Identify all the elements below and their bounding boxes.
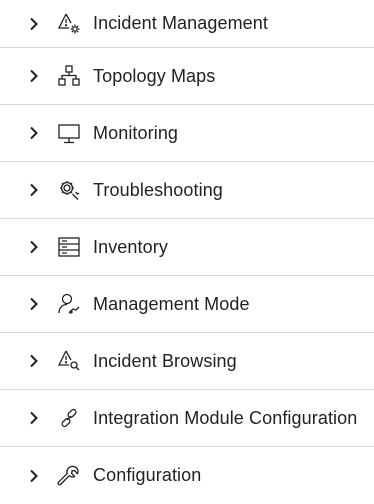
incident-management-icon (57, 12, 81, 36)
inventory-icon (57, 235, 81, 259)
troubleshooting-icon (57, 178, 81, 202)
integration-link-icon (57, 406, 81, 430)
nav-item-label: Topology Maps (93, 65, 216, 86)
nav-item-label: Inventory (93, 236, 168, 257)
nav-item-incident-browsing[interactable]: Incident Browsing (0, 333, 374, 390)
chevron-right-icon[interactable] (27, 240, 41, 254)
nav-item-monitoring[interactable]: Monitoring (0, 105, 374, 162)
nav-item-troubleshooting[interactable]: Troubleshooting (0, 162, 374, 219)
topology-maps-icon (57, 64, 81, 88)
nav-item-label: Incident Management (93, 13, 269, 33)
nav-item-label: Incident Browsing (93, 350, 237, 371)
management-mode-icon (57, 292, 81, 316)
chevron-right-icon[interactable] (27, 411, 41, 425)
chevron-right-icon[interactable] (27, 69, 41, 83)
nav-item-integration-module-configuration[interactable]: Integration Module Configuration (0, 390, 374, 447)
nav-item-incident-management[interactable]: Incident Management (0, 0, 374, 48)
chevron-right-icon[interactable] (27, 183, 41, 197)
nav-item-label: Configuration (93, 465, 202, 485)
chevron-right-icon[interactable] (27, 469, 41, 483)
nav-item-configuration[interactable]: Configuration (0, 447, 374, 504)
chevron-right-icon[interactable] (27, 297, 41, 311)
incident-browsing-icon (57, 349, 81, 373)
chevron-right-icon[interactable] (27, 17, 41, 31)
monitor-icon (57, 121, 81, 145)
chevron-right-icon[interactable] (27, 126, 41, 140)
nav-item-label: Integration Module Configuration (93, 407, 358, 428)
nav-item-label: Management Mode (93, 293, 250, 314)
wrench-icon (57, 464, 81, 488)
nav-item-label: Monitoring (93, 122, 179, 143)
navigation-menu: Incident Management Topology Maps Monito… (0, 0, 374, 504)
chevron-right-icon[interactable] (27, 354, 41, 368)
nav-item-label: Troubleshooting (93, 179, 223, 200)
nav-item-topology-maps[interactable]: Topology Maps (0, 48, 374, 105)
nav-item-inventory[interactable]: Inventory (0, 219, 374, 276)
nav-item-management-mode[interactable]: Management Mode (0, 276, 374, 333)
